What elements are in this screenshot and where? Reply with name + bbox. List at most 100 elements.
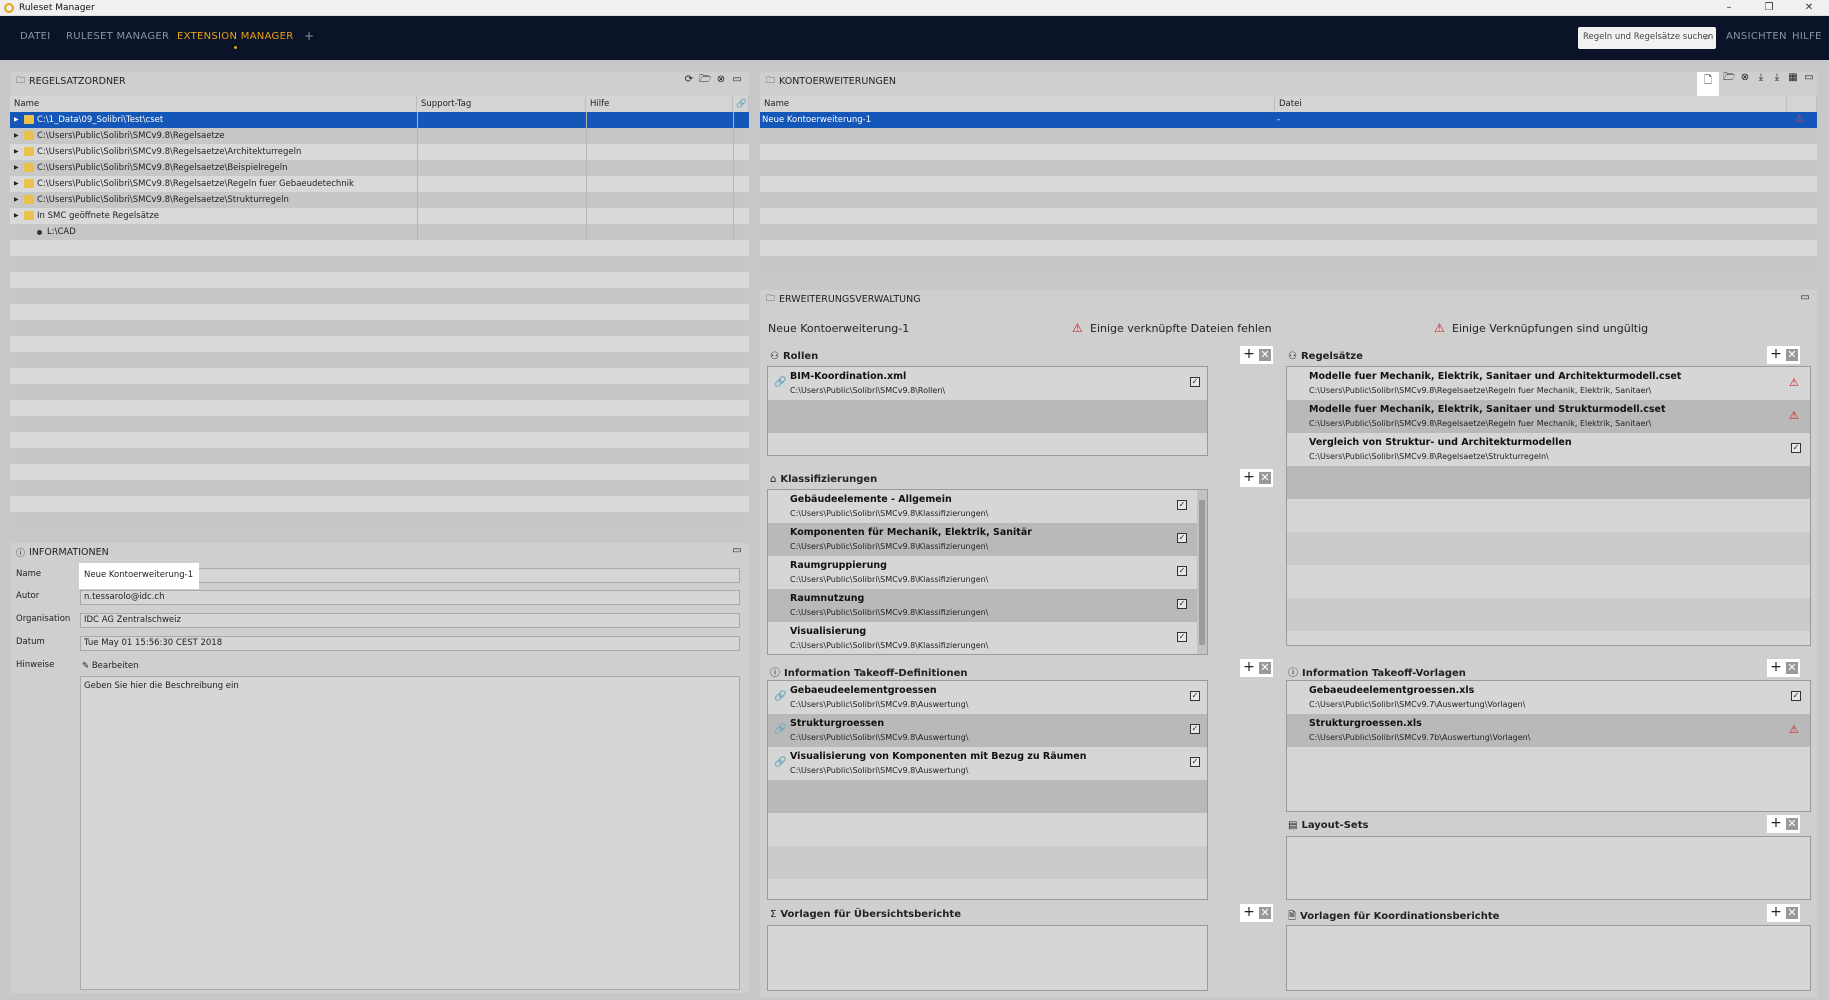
extensions-table: Name Datei Neue Kontoerweiterung-1 - ⚠ (760, 96, 1817, 275)
checkbox[interactable]: ✓ (1791, 443, 1801, 453)
author-field[interactable]: n.tessarolo@idc.ch (80, 590, 740, 605)
folder-row[interactable]: ▶ C:\Users\Public\Solibri\SMCv9.8\Regelsa… (10, 128, 749, 144)
checkbox[interactable]: ✓ (1190, 757, 1200, 767)
maximize-panel-icon[interactable]: ▭ (731, 545, 743, 557)
folder-row[interactable]: ▶ C:\Users\Public\Solibri\SMCv9.8\Regelsa… (10, 176, 749, 192)
sigma-icon: Σ (770, 909, 777, 920)
description-textarea[interactable]: Geben Sie hier die Beschreibung ein (80, 676, 740, 990)
column-header-help[interactable]: Hilfe (586, 96, 733, 112)
save-icon[interactable]: ⤓ (1771, 72, 1783, 84)
search-input[interactable]: Regeln und Regelsätze suchen ⌕ (1578, 27, 1716, 49)
column-header-status (1787, 96, 1817, 112)
remove-button[interactable]: ✕ (1259, 662, 1271, 674)
open-folder-icon[interactable]: 🗁 (699, 74, 711, 86)
organisation-field[interactable]: IDC AG Zentralschweiz (80, 613, 740, 628)
add-button[interactable]: + (1242, 347, 1256, 362)
list-item[interactable]: Raumnutzung C:\Users\Public\Solibri\SMCv9… (768, 589, 1207, 622)
list-item[interactable]: 🔗 Gebaeudeelementgroessen C:\Users\Public\… (768, 681, 1207, 714)
maximize-panel-icon[interactable]: ▭ (1799, 292, 1811, 304)
remove-button[interactable]: ✕ (1259, 472, 1271, 484)
add-button[interactable]: + (1242, 660, 1256, 675)
list-item[interactable]: Vergleich von Struktur- und Architekturm… (1287, 433, 1810, 466)
checkbox[interactable]: ✓ (1190, 377, 1200, 387)
menu-extension-manager[interactable]: EXTENSION MANAGER (177, 31, 293, 49)
column-header-name[interactable]: Name (760, 96, 1275, 112)
add-button[interactable]: + (1769, 347, 1783, 362)
add-button[interactable]: + (1242, 470, 1256, 485)
add-button[interactable]: + (1242, 905, 1256, 920)
checkbox[interactable]: ✓ (1190, 691, 1200, 701)
menu-ruleset-manager[interactable]: RULESET MANAGER (66, 31, 169, 42)
management-icon: 🗀 (766, 294, 776, 304)
column-header-support-tag[interactable]: Support-Tag (417, 96, 586, 112)
remove-button[interactable]: ✕ (1259, 349, 1271, 361)
checkbox[interactable]: ✓ (1190, 724, 1200, 734)
extension-name-heading: Neue Kontoerweiterung-1 (768, 322, 910, 335)
list-item[interactable]: 🔗 Visualisierung von Komponenten mit Bezu… (768, 747, 1207, 780)
remove-icon[interactable]: ⊗ (715, 74, 727, 86)
remove-icon[interactable]: ⊗ (1739, 72, 1751, 84)
folder-row[interactable]: ▶ In SMC geöffnete Regelsätze (10, 208, 749, 224)
layout-sets-toolbar: + ✕ (1767, 815, 1800, 833)
list-item[interactable]: Modelle fuer Mechanik, Elektrik, Sanitae… (1287, 367, 1810, 400)
checkbox[interactable]: ✓ (1177, 500, 1187, 510)
extension-icon: 🗀 (766, 76, 776, 86)
remove-button[interactable]: ✕ (1786, 907, 1798, 919)
roles-toolbar: + ✕ (1240, 346, 1273, 364)
classifications-list: Gebäudeelemente - Allgemein C:\Users\Publ… (767, 489, 1208, 655)
maximize-button[interactable]: ❐ (1749, 0, 1789, 16)
close-button[interactable]: ✕ (1789, 0, 1829, 16)
open-folder-icon[interactable]: 🗁 (1723, 72, 1735, 84)
name-field[interactable]: Neue Kontoerweiterung-1 (79, 563, 740, 589)
menu-datei[interactable]: DATEI (20, 31, 50, 42)
refresh-icon[interactable]: ⟳ (683, 74, 695, 86)
panel-title: INFORMATIONEN (29, 546, 109, 558)
list-item[interactable]: Modelle fuer Mechanik, Elektrik, Sanitae… (1287, 400, 1810, 433)
add-button[interactable]: + (1769, 660, 1783, 675)
checkbox[interactable]: ✓ (1177, 533, 1187, 543)
list-item[interactable]: Gebäudeelemente - Allgemein C:\Users\Publ… (768, 490, 1207, 523)
folder-row[interactable]: ▶ C:\Users\Public\Solibri\SMCv9.8\Regelsa… (10, 144, 749, 160)
folder-row[interactable]: L:\CAD (10, 224, 749, 240)
edit-button[interactable]: ✎ Bearbeiten (82, 661, 139, 671)
folder-row[interactable]: ▶ C:\Users\Public\Solibri\SMCv9.8\Regelsa… (10, 192, 749, 208)
checkbox[interactable]: ✓ (1177, 599, 1187, 609)
remove-button[interactable]: ✕ (1786, 349, 1798, 361)
list-item[interactable]: Strukturgroessen.xls C:\Users\Public\Soli… (1287, 714, 1810, 747)
folder-row[interactable]: ▶ C:\Users\Public\Solibri\SMCv9.8\Regelsa… (10, 160, 749, 176)
checkbox[interactable]: ✓ (1177, 632, 1187, 642)
add-button[interactable]: + (1769, 816, 1783, 831)
remove-button[interactable]: ✕ (1786, 662, 1798, 674)
column-header-name[interactable]: Name (10, 96, 417, 112)
download-icon[interactable]: ⤓ (1755, 72, 1767, 84)
list-item[interactable]: 🔗 Strukturgroessen C:\Users\Public\Solibri… (768, 714, 1207, 747)
column-header-file[interactable]: Datei (1275, 96, 1787, 112)
date-field[interactable]: Tue May 01 15:56:30 CEST 2018 (80, 636, 740, 651)
list-item[interactable]: Komponenten für Mechanik, Elektrik, Sani… (768, 523, 1207, 556)
calendar-icon[interactable]: ▦ (1787, 72, 1799, 84)
maximize-panel-icon[interactable]: ▭ (1803, 72, 1815, 84)
checkbox[interactable]: ✓ (1791, 691, 1801, 701)
maximize-panel-icon[interactable]: ▭ (731, 74, 743, 86)
menu-hilfe[interactable]: HILFE (1792, 31, 1822, 42)
ito-definitions-section-title: ⓘ Information Takeoff-Definitionen (770, 668, 968, 679)
warning-icon: ⚠ (1789, 723, 1799, 736)
folder-row[interactable]: ▶ C:\1_Data\09_Solibri\Test\cset (10, 112, 749, 128)
new-file-icon[interactable]: 🗋 (1697, 72, 1719, 96)
extension-row[interactable]: Neue Kontoerweiterung-1 - ⚠ (760, 112, 1817, 128)
scrollbar[interactable] (1197, 490, 1207, 654)
list-item[interactable]: 🔗 BIM-Koordination.xml C:\Users\Public\S… (768, 367, 1207, 400)
list-item[interactable]: Gebaeudeelementgroessen.xls C:\Users\Publ… (1287, 681, 1810, 714)
remove-button[interactable]: ✕ (1259, 907, 1271, 919)
menu-ansichten[interactable]: ANSICHTEN (1726, 31, 1787, 42)
checkbox[interactable]: ✓ (1177, 566, 1187, 576)
add-button[interactable]: + (1769, 905, 1783, 920)
classifications-toolbar: + ✕ (1240, 469, 1273, 487)
remove-button[interactable]: ✕ (1786, 818, 1798, 830)
coordination-reports-list (1286, 925, 1811, 991)
add-tab-button[interactable]: + (304, 29, 314, 43)
list-item[interactable]: Raumgruppierung C:\Users\Public\Solibri\S… (768, 556, 1207, 589)
list-item[interactable]: Visualisierung C:\Users\Public\Solibri\SM… (768, 622, 1207, 654)
name-value: Neue Kontoerweiterung-1 (79, 563, 199, 589)
minimize-button[interactable]: – (1709, 0, 1749, 16)
